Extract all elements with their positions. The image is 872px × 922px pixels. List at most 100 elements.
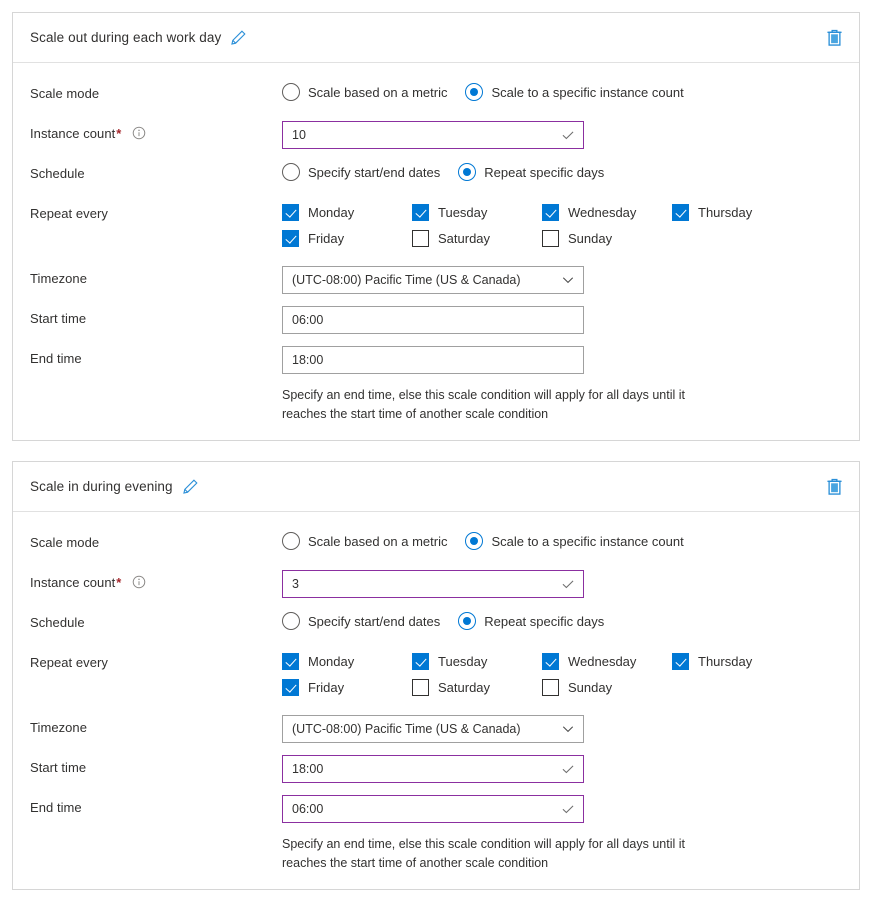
timezone-label: Timezone [30,715,282,735]
day-checkbox-monday[interactable]: Monday [282,653,412,670]
start-time-row: Start time 06:00 [30,306,843,336]
instance-count-label-text: Instance count [30,126,115,141]
pencil-icon[interactable] [182,478,199,495]
end-time-label: End time [30,795,282,815]
end-time-input[interactable]: 18:00 [282,346,584,374]
radio-scale-based-on-metric[interactable]: Scale based on a metric [282,83,447,101]
day-checkbox-tuesday[interactable]: Tuesday [412,653,542,670]
end-time-helper-text: Specify an end time, else this scale con… [282,835,714,873]
end-time-row: End time 18:00 [30,346,843,376]
radio-repeat-specific-days[interactable]: Repeat specific days [458,612,604,630]
radio-label-dates: Specify start/end dates [308,165,440,180]
end-time-row: End time 06:00 [30,795,843,825]
day-label-tuesday: Tuesday [438,205,487,220]
check-icon [561,577,575,591]
chevron-down-icon [561,273,575,287]
radio-label-metric: Scale based on a metric [308,85,447,100]
trash-icon[interactable] [826,28,843,47]
day-label-saturday: Saturday [438,231,490,246]
check-icon [561,128,575,142]
checkbox-monday [282,653,299,670]
day-checkbox-saturday[interactable]: Saturday [412,679,542,696]
day-checkbox-saturday[interactable]: Saturday [412,230,542,247]
helper-spacer [30,386,282,424]
helper-spacer [30,835,282,873]
schedule-field: Specify start/end dates Repeat specific … [282,610,843,630]
day-checkbox-thursday[interactable]: Thursday [672,204,802,221]
radio-circle-instance [465,532,483,550]
radio-circle-repeat [458,612,476,630]
radio-scale-based-on-metric[interactable]: Scale based on a metric [282,532,447,550]
start-time-input[interactable]: 06:00 [282,306,584,334]
card-header: Scale out during each work day [13,13,859,63]
radio-circle-metric [282,83,300,101]
timezone-field: (UTC-08:00) Pacific Time (US & Canada) [282,715,843,743]
radio-repeat-specific-days[interactable]: Repeat specific days [458,163,604,181]
day-checkbox-monday[interactable]: Monday [282,204,412,221]
checkbox-thursday [672,653,689,670]
helper-row: Specify an end time, else this scale con… [30,386,843,424]
radio-specify-dates[interactable]: Specify start/end dates [282,163,440,181]
schedule-radio-group: Specify start/end dates Repeat specific … [282,161,843,181]
instance-count-label-text: Instance count [30,575,115,590]
info-icon[interactable] [132,575,146,592]
timezone-select[interactable]: (UTC-08:00) Pacific Time (US & Canada) [282,266,584,294]
end-time-value: 06:00 [292,802,561,816]
checkbox-saturday [412,230,429,247]
radio-scale-to-instance-count[interactable]: Scale to a specific instance count [465,532,683,550]
end-time-input[interactable]: 06:00 [282,795,584,823]
end-time-value: 18:00 [292,353,575,367]
day-label-saturday: Saturday [438,680,490,695]
repeat-every-label: Repeat every [30,201,282,221]
day-checkbox-friday[interactable]: Friday [282,679,412,696]
radio-circle-dates [282,612,300,630]
helper-row: Specify an end time, else this scale con… [30,835,843,873]
day-checkbox-tuesday[interactable]: Tuesday [412,204,542,221]
info-icon[interactable] [132,126,146,143]
radio-circle-dates [282,163,300,181]
timezone-label: Timezone [30,266,282,286]
pencil-icon[interactable] [230,29,247,46]
repeat-every-field: Monday Tuesday Wednesday Thursday [282,201,843,256]
start-time-label: Start time [30,306,282,326]
card-header: Scale in during evening [13,462,859,512]
checkbox-tuesday [412,204,429,221]
radio-specify-dates[interactable]: Specify start/end dates [282,612,440,630]
day-checkbox-sunday[interactable]: Sunday [542,230,672,247]
instance-count-label: Instance count* [30,570,282,592]
check-icon [561,802,575,816]
radio-scale-to-instance-count[interactable]: Scale to a specific instance count [465,83,683,101]
checkbox-tuesday [412,653,429,670]
required-asterisk: * [116,126,121,141]
radio-label-dates: Specify start/end dates [308,614,440,629]
day-label-thursday: Thursday [698,205,752,220]
checkbox-monday [282,204,299,221]
start-time-label: Start time [30,755,282,775]
day-checkbox-friday[interactable]: Friday [282,230,412,247]
scale-condition-card: Scale in during evening Scale mode [12,461,860,890]
start-time-input[interactable]: 18:00 [282,755,584,783]
radio-circle-repeat [458,163,476,181]
day-checkbox-sunday[interactable]: Sunday [542,679,672,696]
start-time-field: 18:00 [282,755,843,783]
trash-icon[interactable] [826,477,843,496]
required-asterisk: * [116,575,121,590]
day-checkbox-wednesday[interactable]: Wednesday [542,653,672,670]
day-label-tuesday: Tuesday [438,654,487,669]
day-checkbox-wednesday[interactable]: Wednesday [542,204,672,221]
instance-count-input[interactable]: 3 [282,570,584,598]
days-checkbox-grid: Monday Tuesday Wednesday Thursday [282,650,802,705]
day-label-monday: Monday [308,654,354,669]
instance-count-row: Instance count* 3 [30,570,843,600]
scale-mode-row: Scale mode Scale based on a metric Scale… [30,81,843,111]
chevron-down-icon [561,722,575,736]
card-title: Scale in during evening [30,479,173,494]
timezone-select[interactable]: (UTC-08:00) Pacific Time (US & Canada) [282,715,584,743]
checkbox-wednesday [542,204,559,221]
instance-count-field: 10 [282,121,843,149]
start-time-value: 06:00 [292,313,575,327]
day-checkbox-thursday[interactable]: Thursday [672,653,802,670]
schedule-row: Schedule Specify start/end dates Repeat … [30,161,843,191]
instance-count-input[interactable]: 10 [282,121,584,149]
autoscale-conditions-page: Scale out during each work day Scale [0,0,872,922]
